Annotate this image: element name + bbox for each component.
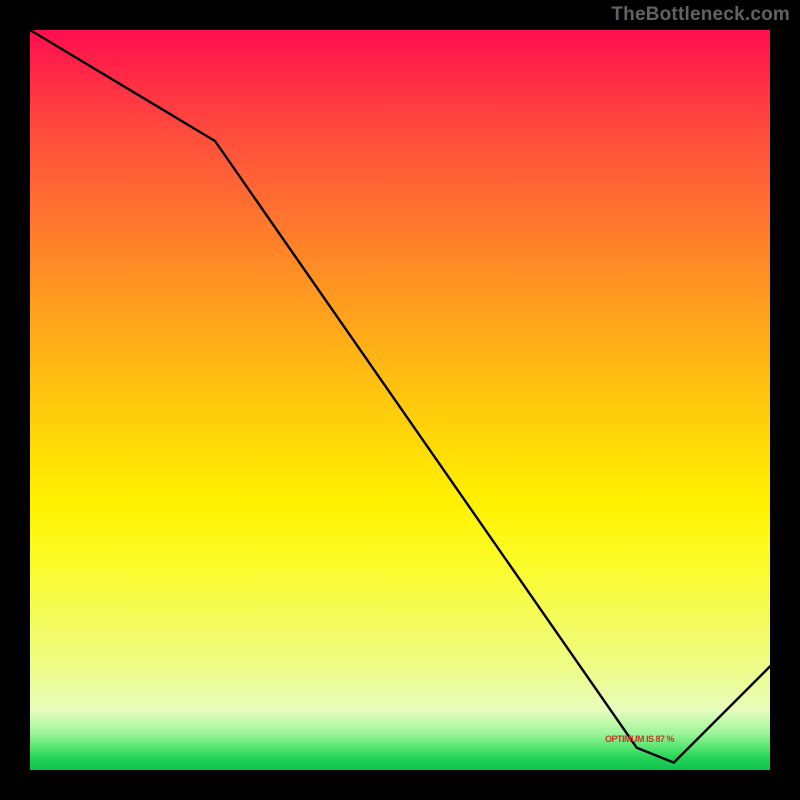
watermark-text: TheBottleneck.com (611, 4, 790, 26)
heat-gradient-background (30, 30, 770, 770)
optimum-label: OPTIMUM IS 87 % (605, 734, 674, 744)
chart-stage: TheBottleneck.com OPTIMUM IS 87 % (0, 0, 800, 800)
plot-area: OPTIMUM IS 87 % (30, 30, 770, 770)
